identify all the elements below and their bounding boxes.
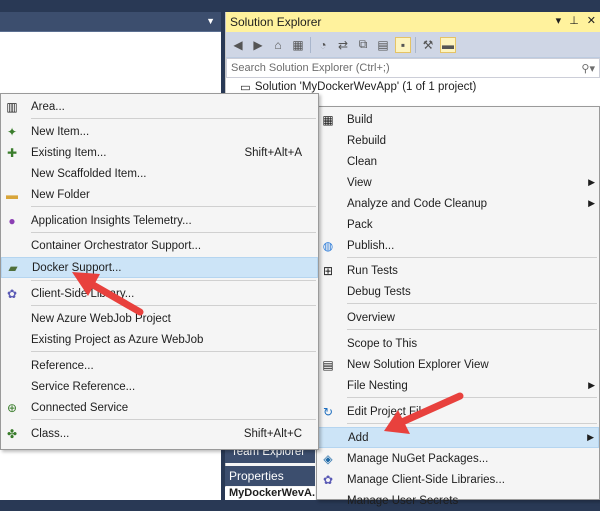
menu-item-connected-service[interactable]: ⊕ Connected Service xyxy=(1,397,318,418)
search-icon[interactable]: ⚲▾ xyxy=(581,62,595,75)
build-icon: ▦ xyxy=(322,112,334,127)
project-context-menu: ▦ Build Rebuild Clean View ▶ Analyze and… xyxy=(316,106,600,507)
menu-separator xyxy=(31,305,316,306)
menu-item-class[interactable]: ✤ Class... Shift+Alt+C xyxy=(1,423,318,444)
submenu-arrow-icon: ▶ xyxy=(587,432,594,442)
menu-item-view[interactable]: View ▶ xyxy=(317,172,599,193)
menu-item-area[interactable]: ▥ Area... xyxy=(1,96,318,117)
menu-separator xyxy=(347,423,597,424)
menu-separator xyxy=(31,351,316,352)
pin-icon[interactable]: ⊥ xyxy=(569,14,579,27)
menu-item-edit-project-file[interactable]: ↻ Edit Project File xyxy=(317,401,599,422)
edit-icon: ↻ xyxy=(322,404,334,419)
insights-icon: ● xyxy=(8,213,16,228)
menu-item-publish[interactable]: ◍ Publish... xyxy=(317,235,599,256)
close-icon[interactable]: ✕ xyxy=(587,14,596,27)
shortcut: Shift+Alt+A xyxy=(244,146,302,159)
area-icon: ▥ xyxy=(6,99,18,114)
menu-item-new-solution-explorer-view[interactable]: ▤ New Solution Explorer View xyxy=(317,354,599,375)
menu-separator xyxy=(347,329,597,330)
menu-item-debug-tests[interactable]: Debug Tests xyxy=(317,281,599,302)
connected-service-icon: ⊕ xyxy=(6,400,18,415)
search-box[interactable]: Search Solution Explorer (Ctrl+;) ⚲▾ xyxy=(226,58,600,78)
menu-item-rebuild[interactable]: Rebuild xyxy=(317,130,599,151)
switch-views-icon[interactable]: ▦ xyxy=(290,37,306,53)
properties-object[interactable]: MyDockerWevA... xyxy=(225,487,315,500)
menu-item-manage-client-side-libraries[interactable]: ✿ Manage Client-Side Libraries... xyxy=(317,469,599,490)
new-view-icon: ▤ xyxy=(322,357,334,372)
menu-separator xyxy=(31,280,316,281)
menu-item-run-tests[interactable]: ⊞ Run Tests xyxy=(317,260,599,281)
menu-item-analyze[interactable]: Analyze and Code Cleanup ▶ xyxy=(317,193,599,214)
publish-icon: ◍ xyxy=(322,238,334,253)
menu-item-manage-nuget[interactable]: ◈ Manage NuGet Packages... xyxy=(317,448,599,469)
properties-icon[interactable]: ⚒ xyxy=(420,37,436,53)
solution-explorer-title-bar: Solution Explorer ▾ ⊥ ✕ xyxy=(226,12,600,32)
tab-dropdown-icon[interactable]: ▼ xyxy=(206,16,215,26)
solution-icon: ▭ xyxy=(240,82,251,94)
menu-item-reference[interactable]: Reference... xyxy=(1,355,318,376)
menu-item-client-side-library[interactable]: ✿ Client-Side Library... xyxy=(1,283,318,304)
menu-item-add[interactable]: Add ▶ xyxy=(317,427,599,448)
solution-explorer-toolbar: ◀ ▶ ⌂ ▦ ◔ ⇄ ⧉ ▤ ▪ ⚒ ▬ xyxy=(226,32,600,58)
menu-item-container-orchestrator[interactable]: Container Orchestrator Support... xyxy=(1,235,318,256)
docker-icon: ▰ xyxy=(8,260,18,275)
existing-item-icon: ✚ xyxy=(6,145,18,160)
menu-item-existing-item[interactable]: ✚ Existing Item... Shift+Alt+A xyxy=(1,142,318,163)
menu-item-file-nesting[interactable]: File Nesting ▶ xyxy=(317,375,599,396)
menu-item-build[interactable]: ▦ Build xyxy=(317,109,599,130)
preview-selected-icon[interactable]: ▪ xyxy=(395,36,411,53)
menu-separator xyxy=(31,118,316,119)
document-tab-strip: ▼ xyxy=(0,12,221,32)
nuget-icon: ◈ xyxy=(323,451,333,466)
submenu-arrow-icon: ▶ xyxy=(588,380,595,390)
menu-separator xyxy=(31,206,316,207)
menu-item-pack[interactable]: Pack xyxy=(317,214,599,235)
menu-separator xyxy=(347,397,597,398)
dropdown-icon[interactable]: ▾ xyxy=(556,14,562,27)
menu-separator xyxy=(347,257,597,258)
menu-item-new-item[interactable]: ✦ New Item... xyxy=(1,121,318,142)
solution-explorer-title: Solution Explorer xyxy=(230,15,322,29)
shortcut: Shift+Alt+C xyxy=(243,427,302,440)
new-item-icon: ✦ xyxy=(6,124,18,139)
forward-icon[interactable]: ▶ xyxy=(250,37,266,53)
menu-item-manage-user-secrets[interactable]: Manage User Secrets xyxy=(317,490,599,511)
properties-title: Properties xyxy=(225,466,315,486)
menu-item-existing-project-as-webjob[interactable]: Existing Project as Azure WebJob xyxy=(1,329,318,350)
search-input[interactable]: Search Solution Explorer (Ctrl+;) xyxy=(231,62,390,74)
class-icon: ✤ xyxy=(6,426,18,441)
menu-item-new-azure-webjob[interactable]: New Azure WebJob Project xyxy=(1,308,318,329)
collapse-all-icon[interactable]: ⧉ xyxy=(355,37,371,53)
sync-icon[interactable]: ⇄ xyxy=(335,37,351,53)
menu-item-docker-support[interactable]: ▰ Docker Support... xyxy=(1,257,318,278)
menu-separator xyxy=(31,232,316,233)
show-all-files-icon[interactable]: ▤ xyxy=(375,37,391,53)
submenu-arrow-icon: ▶ xyxy=(588,177,595,187)
menu-item-service-reference[interactable]: Service Reference... xyxy=(1,376,318,397)
menu-separator xyxy=(347,303,597,304)
toolbar-separator xyxy=(415,36,416,53)
menu-item-new-scaffolded-item[interactable]: New Scaffolded Item... xyxy=(1,163,318,184)
library-icon: ✿ xyxy=(6,286,18,301)
top-strip xyxy=(0,0,600,12)
toolbar-separator xyxy=(310,36,311,53)
add-submenu: ▥ Area... ✦ New Item... ✚ Existing Item.… xyxy=(0,93,319,450)
minimize-icon[interactable]: ▬ xyxy=(440,36,456,53)
tree-row-label: Solution 'MyDockerWevApp' (1 of 1 projec… xyxy=(254,81,477,93)
menu-item-new-folder[interactable]: ▬ New Folder xyxy=(1,184,318,205)
menu-item-clean[interactable]: Clean xyxy=(317,151,599,172)
home-icon[interactable]: ⌂ xyxy=(270,37,286,53)
submenu-arrow-icon: ▶ xyxy=(588,198,595,208)
menu-item-scope-to-this[interactable]: Scope to This xyxy=(317,333,599,354)
library-icon: ✿ xyxy=(322,472,334,487)
pending-changes-filter-icon[interactable]: ◔ xyxy=(315,37,331,53)
menu-item-overview[interactable]: Overview xyxy=(317,307,599,328)
back-icon[interactable]: ◀ xyxy=(230,37,246,53)
menu-separator xyxy=(31,419,316,420)
folder-icon: ▬ xyxy=(6,187,18,202)
run-tests-icon: ⊞ xyxy=(322,263,334,278)
menu-item-application-insights[interactable]: ● Application Insights Telemetry... xyxy=(1,210,318,231)
